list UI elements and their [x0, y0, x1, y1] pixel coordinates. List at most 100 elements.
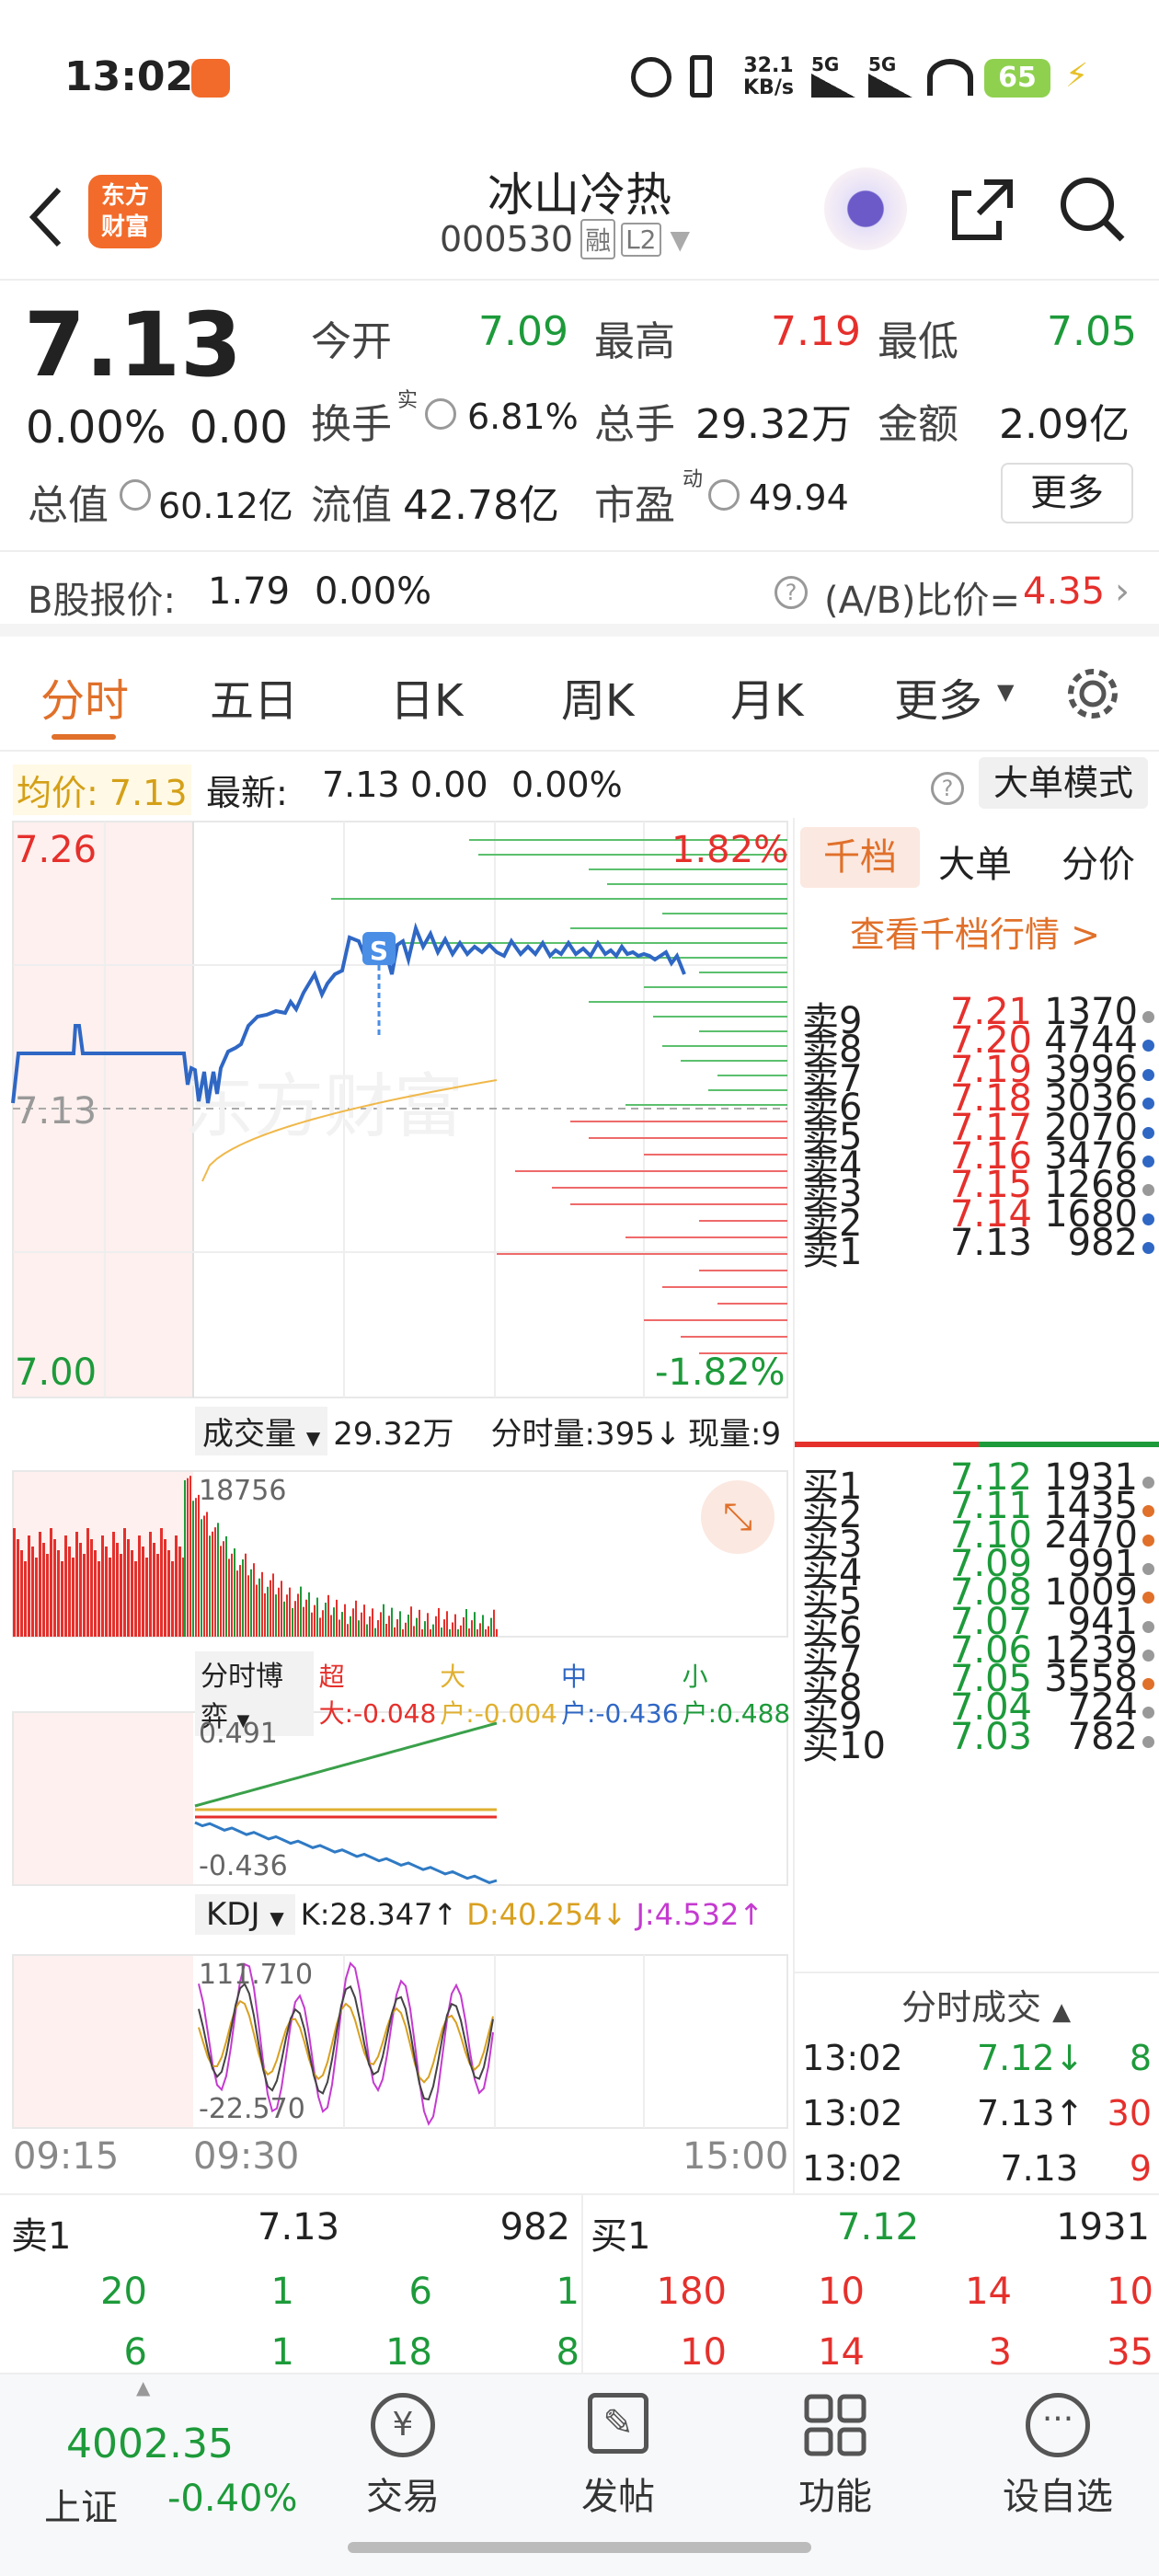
- vibrate-icon: [690, 55, 712, 98]
- bottom-sell-price: 7.13: [258, 2206, 340, 2248]
- nav-features[interactable]: 功能: [752, 2375, 918, 2518]
- level-dot-icon: [1142, 1735, 1154, 1748]
- tab-weekly-k[interactable]: 周K: [561, 664, 634, 729]
- active-tab-indicator: [52, 734, 116, 740]
- prev-close-label: 7.13: [15, 1090, 98, 1133]
- kdj-header: KDJ ▼ K:28.347↑ D:40.254↓ J:4.532↑: [195, 1894, 763, 1935]
- change-percent: 0.00%: [26, 402, 166, 454]
- ticks-title[interactable]: 分时成交 ▲: [901, 1979, 1071, 2030]
- index-value[interactable]: 4002.35: [66, 2421, 234, 2467]
- stock-code-line[interactable]: 000530 融 L2 ▼: [440, 219, 690, 259]
- intraday-chart-area[interactable]: 东方财富 S 7.26 7.13 7.00 1.82% -1.82% 成交量 ▼…: [0, 818, 791, 2193]
- clock: 13:02: [64, 53, 194, 100]
- pct-low-label: -1.82%: [655, 1351, 786, 1394]
- nav-watchlist[interactable]: ··· 设自选: [975, 2375, 1141, 2518]
- mcap-value: 60.12亿: [158, 486, 293, 526]
- margin-tag: 融: [580, 219, 616, 259]
- tick-volume: 分时量:395↓: [490, 1416, 682, 1453]
- tab-five-day[interactable]: 五日: [210, 664, 298, 729]
- view-levels-link[interactable]: 查看千档行情 >: [850, 906, 1100, 957]
- price-low-label: 7.00: [15, 1351, 98, 1394]
- tick-price: 7.12↓: [977, 2038, 1084, 2078]
- high-value: 7.19: [771, 308, 861, 355]
- order-book-panel: 千档 大单 分价 查看千档行情 > 卖9 7.21 1370 卖8 7.20 4744 卖7…: [793, 818, 1159, 2193]
- k-value: K:28.347↑: [300, 1897, 458, 1932]
- assistant-avatar-icon[interactable]: [824, 167, 907, 250]
- tab-price-distribution[interactable]: 分价: [1061, 834, 1135, 888]
- level1-table: 卖1 7.13 982 买1 7.12 1931 20 1 6 1 180 10…: [0, 2193, 1159, 2374]
- index-change: -0.40%: [167, 2478, 298, 2520]
- game-header: 分时博弈 ▼ 超大:-0.048 大户:-0.004 中户:-0.436 小户:…: [195, 1651, 791, 1736]
- b-share-label: B股报价:: [28, 580, 176, 622]
- time-end: 15:00: [683, 2135, 789, 2178]
- more-button[interactable]: 更多: [1001, 463, 1133, 523]
- sell-level-row[interactable]: 卖1 7.13 982: [802, 1222, 1159, 1273]
- tab-thousand-levels[interactable]: 千档: [800, 827, 920, 888]
- info-icon[interactable]: [120, 479, 151, 511]
- tick-row: 13:02 7.13↑ 30: [802, 2093, 1159, 2143]
- edit-icon: ✎: [588, 2393, 648, 2454]
- float-value: 42.78亿: [403, 482, 559, 529]
- expand-icon[interactable]: ⤡: [701, 1480, 775, 1554]
- queue-cell: 35: [1107, 2331, 1153, 2374]
- settings-gear-icon[interactable]: [1063, 664, 1122, 723]
- volume-selector[interactable]: 成交量 ▼: [195, 1407, 328, 1455]
- alarm-icon: [631, 57, 671, 98]
- share-icon[interactable]: [947, 175, 1017, 245]
- level-label: 买10: [802, 1724, 886, 1767]
- buy-strength-bar: [979, 1442, 1159, 1447]
- time-start: 09:15: [13, 2135, 120, 2178]
- queue-cell: 1: [270, 2271, 294, 2313]
- time-open: 09:30: [193, 2135, 300, 2178]
- intraday-chart-svg: 东方财富 S: [11, 821, 788, 2129]
- big-order-mode-button[interactable]: 大单模式: [979, 757, 1148, 809]
- level-price: 7.03: [949, 1715, 1032, 1758]
- kdj-high-label: 111.710: [199, 1959, 314, 1991]
- latest-change: 0.00: [410, 765, 488, 805]
- chevron-right-icon[interactable]: ›: [1115, 570, 1130, 613]
- signal-2-label: 5G: [868, 53, 897, 75]
- volume-max-label: 18756: [199, 1475, 287, 1507]
- queue-cell: 10: [1107, 2271, 1153, 2313]
- queue-cell: 3: [988, 2331, 1012, 2374]
- index-name: 上证: [44, 2487, 118, 2529]
- search-icon[interactable]: [1058, 175, 1128, 245]
- help-icon[interactable]: ?: [775, 576, 808, 609]
- buy-level-row[interactable]: 买10 7.03 782: [802, 1716, 1159, 1767]
- queue-cell: 6: [408, 2271, 432, 2313]
- tick-volume: 9: [1129, 2148, 1152, 2189]
- big-value: 大户:-0.004: [440, 1662, 557, 1729]
- level2-tag: L2: [621, 222, 661, 257]
- tab-intraday[interactable]: 分时: [40, 664, 129, 729]
- tab-daily-k[interactable]: 日K: [390, 664, 463, 729]
- ab-ratio-value: 4.35: [1023, 570, 1106, 613]
- help-icon[interactable]: ?: [931, 772, 964, 805]
- chart-tabs: 分时 五日 日K 周K 月K 更多 ▼: [0, 637, 1159, 752]
- stock-code: 000530: [440, 219, 574, 259]
- turnover-sup: 实: [397, 389, 419, 412]
- nav-post[interactable]: ✎ 发帖: [535, 2375, 701, 2518]
- tab-monthly-k[interactable]: 月K: [730, 664, 803, 729]
- kdj-selector[interactable]: KDJ ▼: [195, 1894, 295, 1935]
- nav-trade[interactable]: ¥ 交易: [320, 2375, 486, 2518]
- queue-cell: 1: [270, 2331, 294, 2374]
- tab-big-orders[interactable]: 大单: [938, 834, 1012, 888]
- game-low-label: -0.436: [199, 1850, 288, 1882]
- queue-cell: 14: [965, 2271, 1012, 2313]
- info-icon[interactable]: [708, 479, 740, 511]
- battery-icon: 65: [984, 59, 1050, 98]
- turnover-value: 6.81%: [467, 397, 579, 437]
- queue-cell: 1: [556, 2271, 580, 2313]
- amount-label: 金额: [878, 401, 958, 448]
- last-price: 7.13: [24, 293, 242, 397]
- info-icon[interactable]: [425, 398, 456, 430]
- bottom-buy-vol: 1931: [1056, 2206, 1150, 2248]
- more-dots-icon: ···: [1026, 2393, 1090, 2457]
- grid-icon: [804, 2394, 866, 2456]
- kdj-k-line: [198, 1982, 494, 2101]
- queue-cell: 20: [100, 2271, 147, 2313]
- quote-panel: 7.13 0.00% 0.00 今开 7.09 最高 7.19 最低 7.05 …: [0, 281, 1159, 552]
- tick-volume: 8: [1129, 2038, 1152, 2078]
- tab-more[interactable]: 更多: [894, 664, 982, 729]
- signal-1-label: 5G: [811, 53, 840, 75]
